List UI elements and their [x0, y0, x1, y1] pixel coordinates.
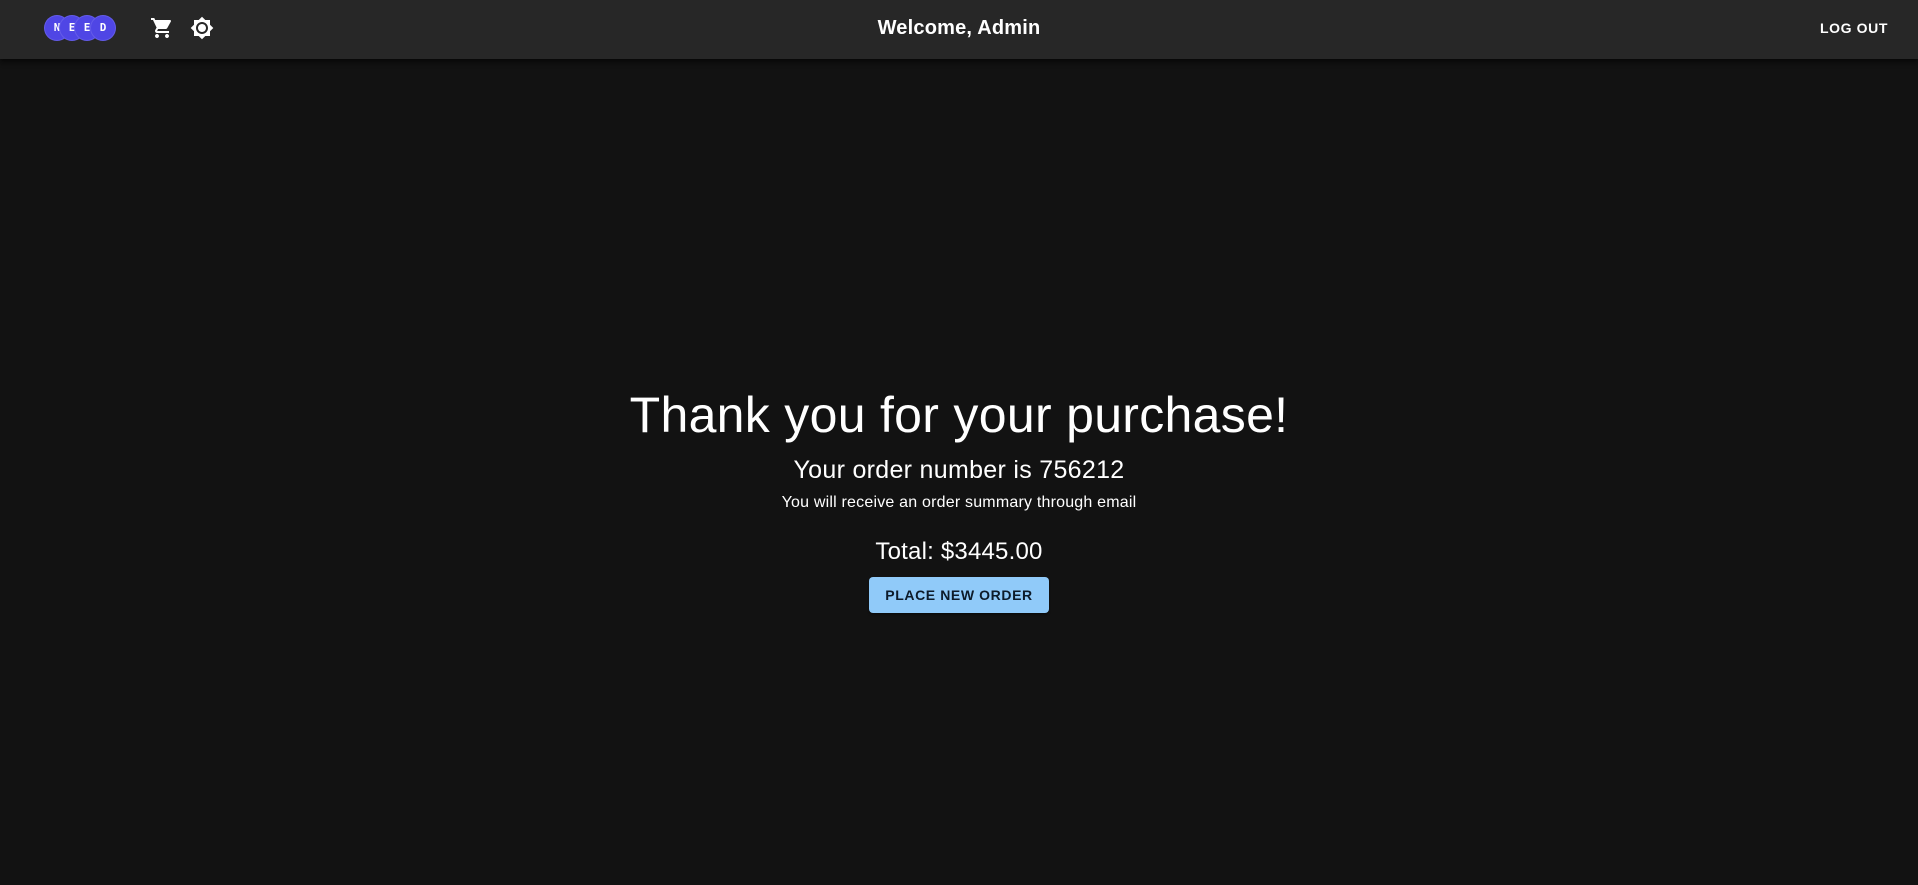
thank-you-heading: Thank you for your purchase!	[629, 387, 1289, 443]
app-bar: N E E D Welcome, Admin LOG OUT	[0, 0, 1918, 59]
order-number-text: Your order number is 756212	[793, 456, 1125, 484]
email-summary-text: You will receive an order summary throug…	[781, 494, 1137, 511]
order-total: Total: $3445.00	[875, 538, 1043, 565]
order-confirmation: Thank you for your purchase! Your order …	[0, 385, 1918, 613]
place-new-order-button[interactable]: PLACE NEW ORDER	[869, 577, 1049, 613]
logout-button[interactable]: LOG OUT	[1812, 16, 1896, 40]
welcome-text: Welcome, Admin	[877, 17, 1041, 39]
